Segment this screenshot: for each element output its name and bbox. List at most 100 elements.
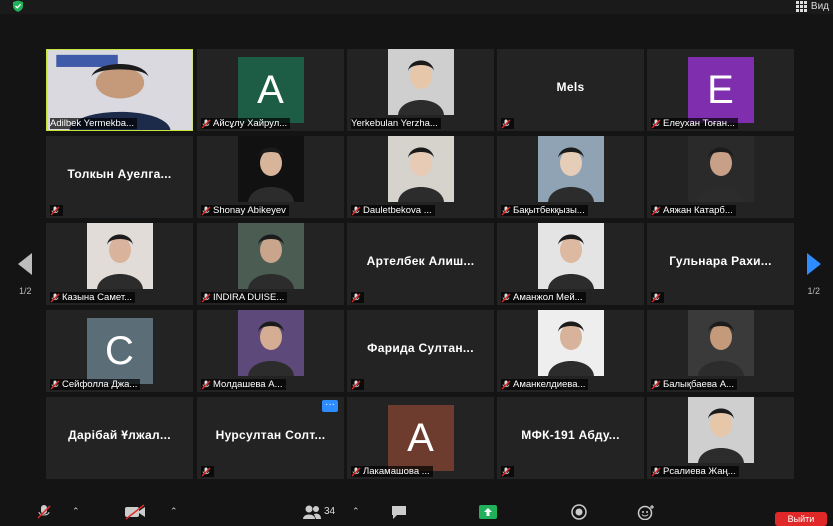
- participant-name: Нурсултан Солт...: [215, 428, 326, 442]
- muted-mic-icon: [651, 293, 661, 302]
- participant-tile[interactable]: Толкын Ауелга...: [46, 136, 193, 218]
- participant-tile[interactable]: Shonay Abikeyev: [197, 136, 344, 218]
- participant-tile[interactable]: Рсалиева Жаң...: [647, 397, 794, 479]
- participant-tile[interactable]: Молдашева А...: [197, 310, 344, 392]
- participant-name-label: Балықбаева А...: [663, 379, 734, 390]
- previous-page-icon[interactable]: [18, 253, 32, 275]
- participant-tile[interactable]: Аманжол Мей...: [497, 223, 644, 305]
- page-indicator-right: 1/2: [807, 286, 820, 296]
- participant-tile[interactable]: Артелбек Алиш...: [347, 223, 494, 305]
- mute-mic-icon[interactable]: [36, 504, 52, 520]
- muted-mic-icon: [501, 380, 511, 389]
- participant-tile[interactable]: Mels: [497, 49, 644, 131]
- muted-mic-icon: [50, 206, 60, 215]
- participants-count: 34: [324, 506, 336, 517]
- participant-name-label: Рсалиева Жаң...: [663, 466, 736, 477]
- avatar: C: [86, 318, 153, 384]
- muted-mic-icon: [501, 293, 511, 302]
- participant-label: Лакамашова ...: [351, 466, 433, 477]
- participant-name-label: Бақытбекқызы...: [513, 205, 585, 216]
- participant-tile[interactable]: A Айсұлу Хайрул...: [197, 49, 344, 131]
- participant-name-label: Аманжол Мей...: [513, 292, 583, 303]
- participant-tile[interactable]: Балықбаева А...: [647, 310, 794, 392]
- participant-name-label: Adilbek Yermekba...: [50, 118, 134, 129]
- participant-tile[interactable]: Гульнара Рахи...: [647, 223, 794, 305]
- participant-label: Елеухан Тоған...: [651, 118, 738, 129]
- participant-name-label: Елеухан Тоған...: [663, 118, 735, 129]
- participant-label: Shonay Abikeyev: [201, 205, 289, 216]
- muted-mic-icon: [201, 467, 211, 476]
- record-icon[interactable]: [570, 504, 588, 520]
- participant-video: [387, 49, 454, 115]
- participant-video: [237, 136, 304, 202]
- muted-mic-icon: [651, 119, 661, 128]
- muted-mic-icon: [50, 293, 60, 302]
- participant-label: Аяжан Катарб...: [651, 205, 736, 216]
- participant-label: [50, 205, 63, 216]
- participant-tile[interactable]: Бақытбекқызы...: [497, 136, 644, 218]
- more-options-button[interactable]: ···: [322, 400, 338, 412]
- participant-label: Yerkebulan Yerzha...: [351, 118, 441, 129]
- participant-tile[interactable]: C Сейфолла Джа...: [46, 310, 193, 392]
- muted-mic-icon: [201, 293, 211, 302]
- muted-mic-icon: [651, 206, 661, 215]
- participant-tile[interactable]: Adilbek Yermekba...: [46, 49, 193, 131]
- reactions-icon[interactable]: [636, 504, 656, 520]
- muted-mic-icon: [501, 467, 511, 476]
- participant-video: [537, 136, 604, 202]
- participant-tile[interactable]: Dauletbekova ...: [347, 136, 494, 218]
- participant-name-label: Сейфолла Джа...: [62, 379, 138, 390]
- participant-tile[interactable]: E Елеухан Тоған...: [647, 49, 794, 131]
- muted-mic-icon: [651, 380, 661, 389]
- muted-mic-icon: [351, 380, 361, 389]
- participant-name: МФК-191 Абду...: [521, 428, 620, 442]
- participant-name-label: Shonay Abikeyev: [213, 205, 286, 216]
- participants-caret-icon[interactable]: ⌃: [352, 506, 360, 517]
- participant-name: Дарібай Ұлжал...: [68, 428, 171, 442]
- participant-label: [651, 292, 664, 303]
- participant-label: Казына Самет...: [50, 292, 136, 303]
- muted-mic-icon: [351, 206, 361, 215]
- muted-mic-icon: [201, 206, 211, 215]
- participant-tile[interactable]: A Лакамашова ...: [347, 397, 494, 479]
- participant-label: [351, 292, 364, 303]
- participant-name-label: INDIRA DUISE...: [213, 292, 285, 303]
- participant-video: [387, 136, 454, 202]
- gallery-view: Adilbek Yermekba... A Айсұлу Хайрул... Yerk…: [0, 0, 833, 520]
- participant-tile[interactable]: Нурсултан Солт... ···: [197, 397, 344, 479]
- participant-video: [237, 310, 304, 376]
- muted-mic-icon: [201, 380, 211, 389]
- participant-name-label: Аяжан Катарб...: [663, 205, 733, 216]
- participant-label: Аманкелдиева...: [501, 379, 589, 390]
- participant-tile[interactable]: Дарібай Ұлжал...: [46, 397, 193, 479]
- end-meeting-button[interactable]: Выйти: [775, 512, 827, 526]
- participant-tile[interactable]: Казына Самет...: [46, 223, 193, 305]
- participant-tile[interactable]: Yerkebulan Yerzha...: [347, 49, 494, 131]
- participant-tile[interactable]: МФК-191 Абду...: [497, 397, 644, 479]
- participant-label: INDIRA DUISE...: [201, 292, 288, 303]
- chat-icon[interactable]: [390, 504, 408, 520]
- participant-name-label: Айсұлу Хайрул...: [213, 118, 288, 129]
- participant-tile[interactable]: INDIRA DUISE...: [197, 223, 344, 305]
- participants-icon[interactable]: [302, 504, 322, 520]
- next-page-icon[interactable]: [807, 253, 821, 275]
- page-indicator-left: 1/2: [19, 286, 32, 296]
- participant-name: Артелбек Алиш...: [366, 254, 475, 268]
- avatar: E: [687, 57, 754, 123]
- share-screen-icon[interactable]: [478, 504, 498, 520]
- participant-tile[interactable]: Аманкелдиева...: [497, 310, 644, 392]
- video-options-caret-icon[interactable]: ⌃: [170, 506, 178, 517]
- participant-video: [537, 223, 604, 289]
- participant-label: Сейфолла Джа...: [50, 379, 141, 390]
- participant-label: Аманжол Мей...: [501, 292, 586, 303]
- audio-options-caret-icon[interactable]: ⌃: [72, 506, 80, 517]
- stop-video-icon[interactable]: [124, 504, 146, 520]
- muted-mic-icon: [651, 467, 661, 476]
- participant-tile[interactable]: Фарида Султан...: [347, 310, 494, 392]
- participant-name: Толкын Ауелга...: [67, 167, 172, 181]
- participant-label: Adilbek Yermekba...: [50, 118, 137, 129]
- participant-video: [537, 310, 604, 376]
- participant-name: Гульнара Рахи...: [669, 254, 772, 268]
- participant-name-label: Молдашева А...: [213, 379, 283, 390]
- participant-tile[interactable]: Аяжан Катарб...: [647, 136, 794, 218]
